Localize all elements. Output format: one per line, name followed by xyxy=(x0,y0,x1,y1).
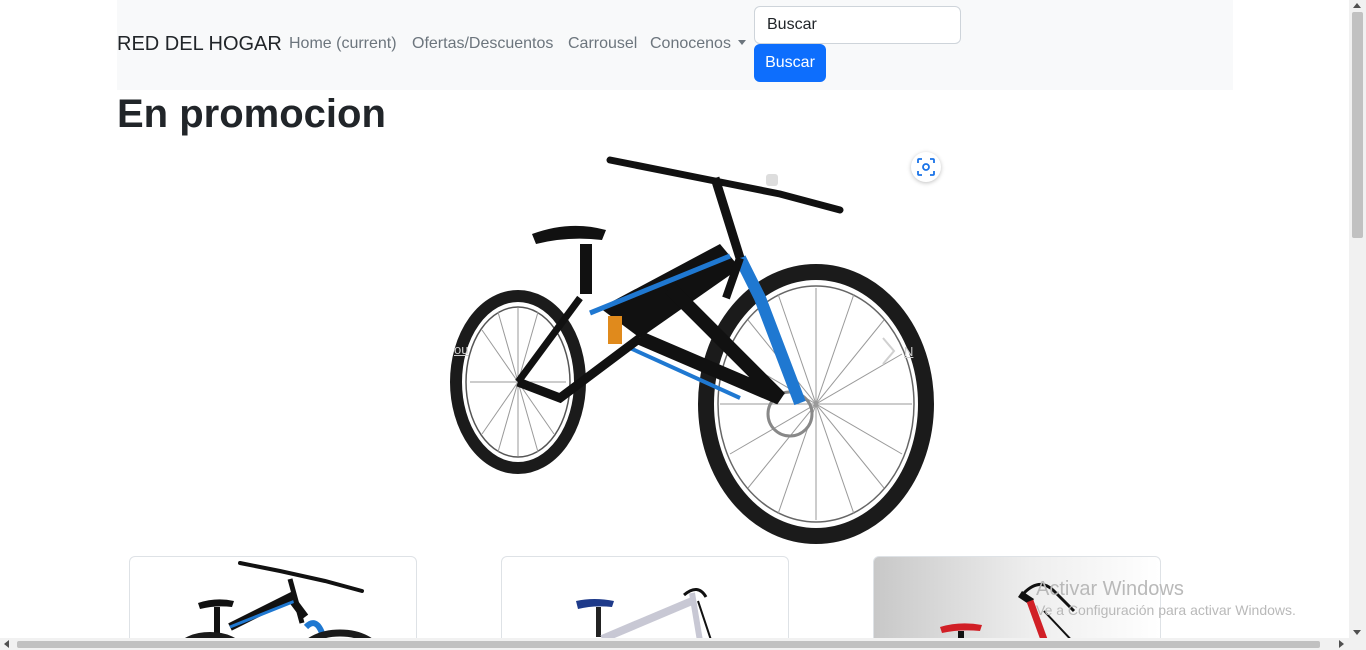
scroll-down-icon[interactable] xyxy=(1353,630,1361,635)
search-button[interactable]: Buscar xyxy=(754,44,826,82)
chevron-right-icon xyxy=(882,337,896,365)
watermark-subtitle: Ve a Configuración para activar Windows. xyxy=(1036,602,1296,618)
nav-link-carrousel[interactable]: Carrousel xyxy=(568,35,637,53)
product-image xyxy=(576,588,713,644)
scroll-right-icon[interactable] xyxy=(1339,640,1344,648)
product-card[interactable] xyxy=(129,556,417,646)
nav-link-ofertas[interactable]: Ofertas/Descuentos xyxy=(412,35,553,53)
horizontal-scrollbar[interactable] xyxy=(0,638,1366,650)
navbar-brand[interactable]: RED DEL HOGAR xyxy=(117,33,282,56)
vertical-scroll-thumb[interactable] xyxy=(1352,12,1363,238)
product-card[interactable] xyxy=(501,556,789,646)
nav-link-home[interactable]: Home (current) xyxy=(289,35,397,53)
product-image xyxy=(176,561,380,645)
carousel-next-control[interactable]: N xyxy=(880,336,920,366)
horizontal-scroll-thumb[interactable] xyxy=(17,641,1320,648)
mountain-bike-image xyxy=(450,156,934,544)
vertical-scrollbar[interactable] xyxy=(1349,0,1366,638)
visual-search-lens-button[interactable] xyxy=(911,152,941,182)
page-title: En promocion xyxy=(117,92,386,136)
nav-dropdown-conocenos[interactable]: Conocenos xyxy=(650,35,746,53)
search-input[interactable] xyxy=(754,6,961,44)
navbar: RED DEL HOGAR Home (current) Ofertas/Des… xyxy=(117,0,1233,90)
carousel-prev-control[interactable]: ou xyxy=(454,342,468,357)
carousel-next-label: N xyxy=(904,343,914,359)
lens-icon xyxy=(917,158,935,176)
watermark-title: Activar Windows xyxy=(1036,578,1184,600)
promo-carousel: ou N xyxy=(440,148,950,548)
scroll-up-icon[interactable] xyxy=(1353,3,1361,8)
windows-activation-watermark: Activar Windows Ve a Configuración para … xyxy=(1036,578,1296,618)
scroll-left-icon[interactable] xyxy=(4,640,9,648)
